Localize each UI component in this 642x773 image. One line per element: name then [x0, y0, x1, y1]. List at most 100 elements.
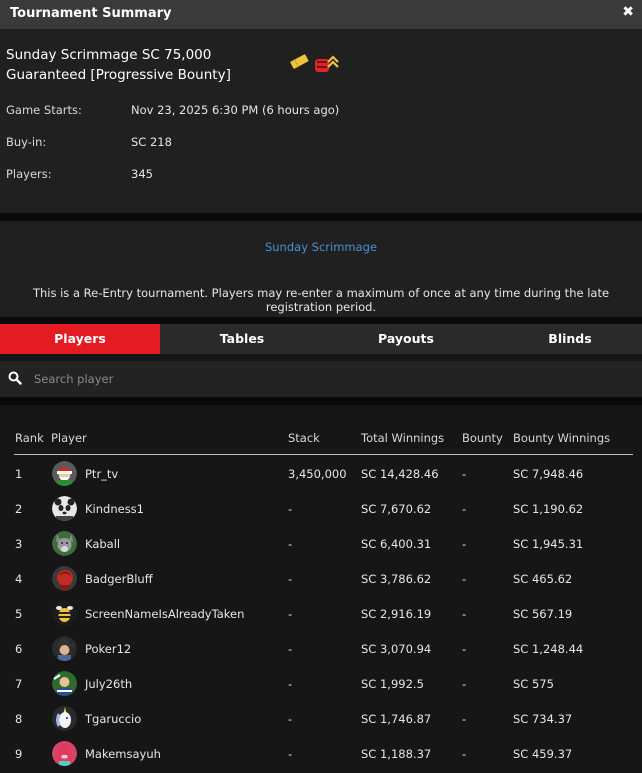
- total-winnings-cell: SC 7,670.62: [361, 502, 432, 516]
- search-bar: [0, 361, 642, 397]
- player-name[interactable]: BadgerBluff: [85, 572, 153, 586]
- search-icon: [8, 371, 22, 385]
- tab-blinds[interactable]: Blinds: [490, 324, 642, 354]
- tournament-name: Sunday Scrimmage SC 75,000 Guaranteed [P…: [6, 47, 231, 83]
- stack-cell: -: [288, 747, 293, 761]
- tab-payouts[interactable]: Payouts: [326, 324, 486, 354]
- search-player-input[interactable]: [34, 369, 624, 389]
- player-name[interactable]: July26th: [85, 677, 132, 691]
- total-winnings-cell: SC 3,070.94: [361, 642, 432, 656]
- tournament-description: Sunday Scrimmage This is a Re-Entry tour…: [0, 221, 642, 317]
- divider: [0, 317, 642, 324]
- divider: [0, 213, 642, 221]
- rank-cell: 9: [15, 747, 23, 761]
- table-row[interactable]: 9 Makemsayuh - SC 1,188.37 - SC 459.37: [14, 736, 633, 771]
- header-bounty[interactable]: Bounty: [462, 431, 503, 445]
- player-name[interactable]: ScreenNameIsAlreadyTaken: [85, 607, 244, 621]
- rank-cell: 5: [15, 607, 23, 621]
- total-winnings-cell: SC 1,188.37: [361, 747, 432, 761]
- mermaid-avatar: [52, 741, 77, 766]
- table-row[interactable]: 3 Kaball - SC 6,400.31 - SC 1,945.31: [14, 526, 633, 561]
- stack-cell: -: [288, 537, 293, 551]
- bounty-winnings-cell: SC 567.19: [513, 607, 573, 621]
- rank-cell: 7: [15, 677, 23, 691]
- table-row[interactable]: 6 Poker12 - SC 3,070.94 - SC 1,248.44: [14, 631, 633, 666]
- info-label: Players:: [6, 167, 52, 181]
- bounty-cell: -: [462, 502, 467, 516]
- tab-tables[interactable]: Tables: [162, 324, 322, 354]
- header-stack[interactable]: Stack: [288, 431, 320, 445]
- tournament-summary-panel: Sunday Scrimmage SC 75,000 Guaranteed [P…: [0, 29, 642, 213]
- bounty-cell: -: [462, 467, 467, 481]
- cowboy-avatar: [52, 636, 77, 661]
- rank-cell: 6: [15, 642, 23, 656]
- table-header: Rank Player Stack Total Winnings Bounty …: [14, 431, 633, 455]
- bounty-cell: -: [462, 747, 467, 761]
- player-name[interactable]: Kaball: [85, 537, 120, 551]
- stack-cell: 3,450,000: [288, 467, 347, 481]
- tab-players[interactable]: Players: [0, 324, 160, 354]
- bounty-winnings-cell: SC 1,190.62: [513, 502, 584, 516]
- rugby-avatar: [52, 671, 77, 696]
- header-bounty-winnings[interactable]: Bounty Winnings: [513, 431, 610, 445]
- re-entry-note: This is a Re-Entry tournament. Players m…: [32, 286, 610, 314]
- header-rank[interactable]: Rank: [15, 431, 44, 445]
- bounty-winnings-cell: SC 1,248.44: [513, 642, 584, 656]
- header-player[interactable]: Player: [51, 431, 87, 445]
- rank-cell: 3: [15, 537, 23, 551]
- stack-cell: -: [288, 572, 293, 586]
- bounty-winnings-cell: SC 459.37: [513, 747, 573, 761]
- bounty-cell: -: [462, 537, 467, 551]
- bounty-cell: -: [462, 572, 467, 586]
- players-table: Rank Player Stack Total Winnings Bounty …: [0, 405, 642, 773]
- bounty-icon: [315, 55, 339, 72]
- close-icon[interactable]: ✖: [622, 4, 634, 20]
- stack-cell: -: [288, 502, 293, 516]
- table-row[interactable]: 2 Kindness1 - SC 7,670.62 - SC 1,190.62: [14, 491, 633, 526]
- bounty-cell: -: [462, 712, 467, 726]
- bounty-cell: -: [462, 607, 467, 621]
- series-link[interactable]: Sunday Scrimmage: [0, 240, 642, 254]
- total-winnings-cell: SC 6,400.31: [361, 537, 432, 551]
- title-bar: Tournament Summary ✖: [0, 0, 642, 29]
- divider: [0, 397, 642, 405]
- wolf-avatar: [52, 531, 77, 556]
- table-row[interactable]: 7 July26th - SC 1,992.5 - SC 575: [14, 666, 633, 701]
- bounty-cell: -: [462, 677, 467, 691]
- rank-cell: 2: [15, 502, 23, 516]
- player-name[interactable]: Kindness1: [85, 502, 144, 516]
- player-name[interactable]: Poker12: [85, 642, 131, 656]
- table-row[interactable]: 8 Tgaruccio - SC 1,746.87 - SC 734.37: [14, 701, 633, 736]
- player-name[interactable]: Ptr_tv: [85, 467, 118, 481]
- table-row[interactable]: 5 ScreenNameIsAlreadyTaken - SC 2,916.19…: [14, 596, 633, 631]
- bounty-winnings-cell: SC 1,945.31: [513, 537, 584, 551]
- bounty-winnings-cell: SC 734.37: [513, 712, 573, 726]
- table-row[interactable]: 1 Ptr_tv 3,450,000 SC 14,428.46 - SC 7,9…: [14, 456, 633, 491]
- header-total-winnings[interactable]: Total Winnings: [361, 431, 444, 445]
- total-winnings-cell: SC 3,786.62: [361, 572, 432, 586]
- bounty-winnings-cell: SC 575: [513, 677, 554, 691]
- table-body: 1 Ptr_tv 3,450,000 SC 14,428.46 - SC 7,9…: [14, 456, 633, 771]
- stack-cell: -: [288, 607, 293, 621]
- tab-bar: Players Tables Payouts Blinds: [0, 324, 642, 354]
- stack-cell: -: [288, 642, 293, 656]
- rank-cell: 1: [15, 467, 23, 481]
- table-row[interactable]: 4 BadgerBluff - SC 3,786.62 - SC 465.62: [14, 561, 633, 596]
- player-name[interactable]: Makemsayuh: [85, 747, 161, 761]
- panda-avatar: [52, 496, 77, 521]
- window-title: Tournament Summary: [10, 6, 172, 21]
- boxer-avatar: [52, 566, 77, 591]
- players-value: 345: [131, 167, 153, 181]
- tournament-badges: [288, 52, 344, 76]
- rank-cell: 4: [15, 572, 23, 586]
- bounty-winnings-cell: SC 7,948.46: [513, 467, 584, 481]
- total-winnings-cell: SC 2,916.19: [361, 607, 432, 621]
- info-label: Game Starts:: [6, 103, 82, 117]
- stack-cell: -: [288, 677, 293, 691]
- info-label: Buy-in:: [6, 135, 47, 149]
- rank-cell: 8: [15, 712, 23, 726]
- ticket-icon: [290, 54, 309, 69]
- total-winnings-cell: SC 1,992.5: [361, 677, 424, 691]
- player-name[interactable]: Tgaruccio: [85, 712, 141, 726]
- buy-in-value: SC 218: [131, 135, 172, 149]
